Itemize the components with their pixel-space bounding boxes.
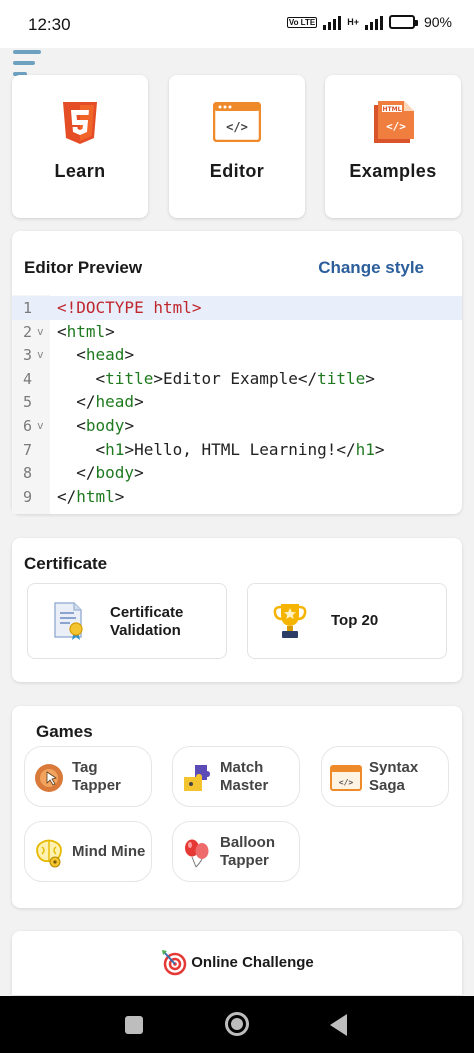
code-line[interactable]: 5 </head> [12,390,462,414]
balloon-icon [185,839,209,868]
editor-preview-card: Editor Preview Change style 1 <!DOCTYPE h… [12,231,462,514]
online-challenge-label: Online Challenge [191,953,314,971]
brain-icon [36,839,62,868]
game-label: Tag Tapper [72,758,121,794]
online-challenge-row: Online Challenge [12,948,462,976]
tile-label: Examples [349,161,437,181]
game-label: Balloon Tapper [220,833,275,869]
line-number: 4 [23,369,33,388]
svg-text:</>: </> [226,120,248,134]
trophy-icon [273,604,307,638]
code-text: <html> [57,321,115,341]
line-number: 6 [23,417,33,435]
code-line[interactable]: 7 <h1>Hello, HTML Learning!</h1> [12,438,462,462]
editor-preview-title: Editor Preview [24,258,143,277]
tag-tapper-icon [35,764,63,792]
system-navigation-bar [0,996,474,1053]
code-line[interactable]: 6v <body> [12,414,462,438]
status-time: 12:30 [28,15,71,34]
signal-icon-2 [364,14,383,30]
line-number: 5 [23,393,33,412]
line-number: 2 [23,322,33,341]
games-card: Games Tag Tapper Match Master </> Syntax Sa… [12,706,462,908]
signal-icon [323,14,342,30]
code-line[interactable]: 4 <title>Editor Example</title> [12,367,462,391]
battery-icon [388,15,418,29]
game-label: Syntax Saga [369,758,419,794]
certificate-title: Certificate [24,554,108,573]
battery-percent: 90% [423,14,452,30]
game-label: Mind Mine [72,842,146,860]
code-line[interactable]: 3v <head> [12,343,462,367]
line-number: 3 [23,346,33,365]
svg-text:HTML: HTML [383,106,402,113]
code-text: </head> [57,392,144,412]
games-title: Games [36,722,93,741]
line-number: 9 [23,487,33,506]
line-number: 7 [23,440,33,459]
code-line[interactable]: 8 </body> [12,461,462,485]
hplus-icon: H+ [347,17,359,27]
html5-icon [63,102,97,144]
tile-label: Editor [209,161,265,181]
tile-learn[interactable]: Learn [12,75,148,218]
game-balloon-tapper[interactable]: Balloon Tapper [172,821,300,882]
code-editor-icon: </> [213,102,261,142]
status-icons: Vo LTE H+ 90% [286,14,452,30]
game-syntax-saga[interactable]: </> Syntax Saga [321,746,449,807]
certificate-validation-label: Certificate Validation [110,604,184,639]
fold-chevron-icon[interactable]: v [37,320,44,344]
code-line[interactable]: 9 </html> [12,485,462,509]
volte-icon: Vo LTE [286,16,318,28]
online-challenge-button[interactable]: Online Challenge [12,931,462,995]
tile-editor[interactable]: </> Editor [169,75,305,218]
top-20-button[interactable]: Top 20 [247,583,447,659]
puzzle-icon [184,765,210,791]
game-mind-mine[interactable]: Mind Mine [24,821,152,882]
code-text: <title>Editor Example</title> [57,368,375,388]
code-text: <!DOCTYPE html> [57,298,202,317]
code-line[interactable]: 2 v <html> [12,320,462,344]
html-document-icon: HTML </> [374,101,414,143]
status-bar: 12:30 Vo LTE H+ 90% [0,0,474,48]
fold-chevron-icon[interactable]: v [37,414,44,438]
code-preview[interactable]: 1 <!DOCTYPE html> 2 v <html> 3 v <head> 4 <titl… [12,295,462,514]
code-window-icon: </> [330,765,362,791]
code-text: <body> [57,416,135,435]
line-number: 8 [23,464,33,483]
svg-text:</>: </> [386,120,406,133]
game-match-master[interactable]: Match Master [172,746,300,807]
line-number: 1 [23,299,33,317]
top-20-label: Top 20 [331,612,379,629]
certificate-validation-button[interactable]: Certificate Validation [27,583,227,659]
home-icon[interactable] [225,1012,249,1036]
game-tag-tapper[interactable]: Tag Tapper [24,746,152,807]
code-text: </body> [57,463,144,483]
target-icon [162,950,187,976]
code-text: <head> [57,345,135,365]
certificate-card: Certificate Certificate Validation Top 2… [12,538,462,682]
svg-text:</>: </> [339,778,354,787]
change-style-button[interactable]: Change style [318,258,424,278]
tile-examples[interactable]: HTML </> Examples [325,75,461,218]
code-text: <h1>Hello, HTML Learning!</h1> [57,439,385,459]
game-label: Match Master [220,758,269,794]
certificate-icon [54,602,83,640]
fold-chevron-icon[interactable]: v [37,343,44,367]
back-icon[interactable] [330,1014,347,1036]
tile-label: Learn [54,161,106,181]
recent-apps-icon[interactable] [125,1016,143,1034]
code-text: </html> [57,486,125,506]
code-line[interactable]: 1 <!DOCTYPE html> [12,296,462,320]
